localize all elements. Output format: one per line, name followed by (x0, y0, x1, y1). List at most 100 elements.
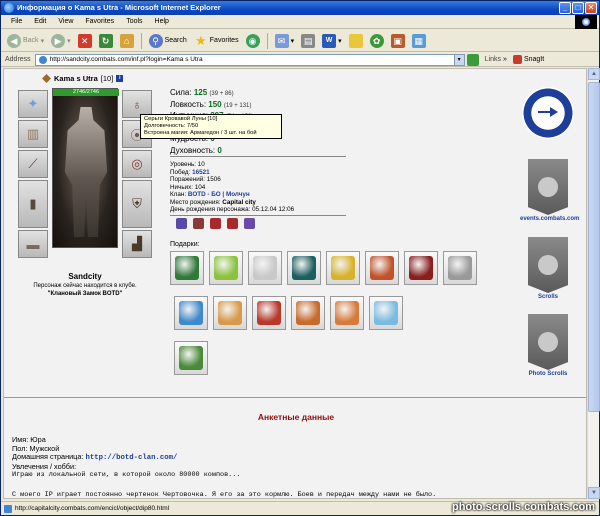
maximize-button[interactable]: □ (572, 2, 584, 14)
back-button[interactable]: ◀ Back ▾ (5, 33, 46, 49)
gift-item[interactable] (213, 296, 247, 330)
gift-item[interactable] (174, 296, 208, 330)
gift-item[interactable] (443, 251, 477, 285)
mail-button[interactable]: ✉ ▾ (273, 33, 297, 49)
gift-item[interactable] (252, 296, 286, 330)
weapon-slot[interactable]: ⟋ (18, 150, 48, 178)
tooltip-title: Серьги Кровавой Луны [10] (144, 116, 218, 122)
scroll-down-icon[interactable]: ▼ (588, 487, 600, 499)
belt-slot[interactable]: ▬ (18, 230, 48, 258)
profile-section-title: Анкетные данные (257, 412, 335, 422)
stat-row: Ловкость: 150 (19 + 131) (170, 100, 253, 112)
word-icon: W (322, 33, 337, 48)
gift-icon (335, 301, 359, 325)
gift-item[interactable] (330, 296, 364, 330)
refresh-button[interactable]: ↻ (97, 33, 115, 49)
forward-arrow-icon: ▶ (51, 33, 66, 48)
discuss-button[interactable] (347, 33, 365, 49)
search-button[interactable]: ⚲ Search (147, 33, 189, 49)
extra-button[interactable]: ▦ (410, 33, 428, 49)
refresh-icon: ↻ (98, 33, 113, 48)
menu-file[interactable]: File (5, 18, 28, 25)
events-link[interactable]: events.combats.com (520, 216, 579, 222)
menu-tools[interactable]: Tools (120, 18, 148, 25)
scrolls-banner[interactable]: Scrolls (520, 237, 576, 300)
forward-button[interactable]: ▶ ▾ (49, 33, 73, 49)
gift-item[interactable] (174, 341, 208, 375)
snagit-icon (512, 55, 522, 64)
photo-scrolls-banner[interactable]: Photo Scrolls (520, 314, 576, 377)
page-content: Kama s Utra [10] i ✦ ▥ ⟋ ▮ ▬ 2746/2746 ♁… (3, 68, 587, 499)
belt-icon: ▬ (26, 236, 40, 252)
gift-item[interactable] (248, 251, 282, 285)
minimize-button[interactable]: _ (559, 2, 571, 14)
go-button[interactable] (466, 53, 479, 66)
character-avatar[interactable]: 2746/2746 (52, 88, 119, 248)
character-location: Персонаж сейчас находится в клубе. "Клан… (33, 283, 137, 297)
home-button[interactable]: ⌂ (118, 33, 136, 49)
scrolls-link[interactable]: Scrolls (538, 294, 558, 300)
windows-logo-icon (575, 15, 597, 29)
gift-icon (175, 256, 199, 280)
award-badge-icon[interactable] (244, 218, 255, 229)
menu-edit[interactable]: Edit (28, 18, 52, 25)
favorites-button[interactable]: ★ Favorites (192, 33, 241, 49)
gift-icon (179, 346, 203, 370)
menu-favorites[interactable]: Favorites (79, 18, 120, 25)
shield-slot[interactable]: ⛨ (122, 180, 152, 228)
research-button[interactable]: ▣ (389, 33, 407, 49)
award-badge-icon[interactable] (193, 218, 204, 229)
wins-link[interactable]: 16521 (192, 169, 210, 176)
media-button[interactable]: ◉ (244, 33, 262, 49)
gift-item[interactable] (365, 251, 399, 285)
gift-item[interactable] (404, 251, 438, 285)
close-button[interactable]: ✕ (585, 2, 597, 14)
ie-icon (4, 3, 14, 13)
extra-icon: ▦ (411, 33, 426, 48)
homepage-link[interactable]: http://botd-clan.com/ (85, 454, 177, 462)
gift-item[interactable] (170, 251, 204, 285)
armor-slot[interactable]: ▮ (18, 180, 48, 228)
boots-slot[interactable]: ▟ (122, 230, 152, 258)
award-badge-icon[interactable] (227, 218, 238, 229)
boots-icon: ▟ (132, 236, 142, 251)
chevron-down-icon: ▾ (290, 37, 295, 45)
profile-hobby: Играю из локальной сети, в которой около… (12, 471, 241, 480)
clan-logo-icon[interactable] (522, 87, 574, 139)
menu-help[interactable]: Help (149, 18, 175, 25)
clan-link[interactable]: BOTD - БО | Молчун (188, 191, 250, 198)
chevron-right-icon[interactable]: » (503, 56, 507, 63)
gift-item[interactable] (326, 251, 360, 285)
gift-item[interactable] (369, 296, 403, 330)
info-icon[interactable]: i (116, 75, 124, 82)
stop-button[interactable]: ✕ (76, 33, 94, 49)
photo-scrolls-link[interactable]: Photo Scrolls (529, 371, 568, 377)
stat-label: Ловкость: (170, 99, 207, 109)
award-badge-icon[interactable] (176, 218, 187, 229)
chevron-down-icon: ▾ (67, 37, 71, 45)
stat-label: Сила: (170, 88, 192, 97)
edit-button[interactable]: W ▾ (320, 33, 344, 49)
snagit-button[interactable]: SnagIt (512, 55, 544, 64)
events-banner[interactable]: events.combats.com (520, 159, 579, 222)
scroll-thumb[interactable] (588, 82, 600, 412)
stat-label: Духовность: (170, 145, 216, 155)
bracers-slot[interactable]: ▥ (18, 120, 48, 148)
messenger-button[interactable]: ✿ (368, 33, 386, 49)
address-input[interactable]: http://sandcity.combats.com/inf.pl?login… (34, 53, 455, 66)
rings-slot[interactable]: ◎ (122, 150, 152, 178)
print-button[interactable]: ▤ (299, 33, 317, 49)
gift-item[interactable] (209, 251, 243, 285)
character-name: Kama s Utra (54, 74, 98, 83)
scroll-up-icon[interactable]: ▲ (588, 68, 600, 80)
gift-item[interactable] (291, 296, 325, 330)
address-bar: Address http://sandcity.combats.com/inf.… (1, 53, 599, 67)
gift-item[interactable] (287, 251, 321, 285)
links-label[interactable]: Links (485, 56, 501, 63)
helmet-slot[interactable]: ✦ (18, 90, 48, 118)
vertical-scrollbar[interactable]: ▲ ▼ (587, 68, 600, 499)
menu-view[interactable]: View (52, 18, 79, 25)
award-badge-icon[interactable] (210, 218, 221, 229)
gift-icon (179, 301, 203, 325)
chevron-down-icon[interactable]: ▾ (454, 53, 465, 66)
